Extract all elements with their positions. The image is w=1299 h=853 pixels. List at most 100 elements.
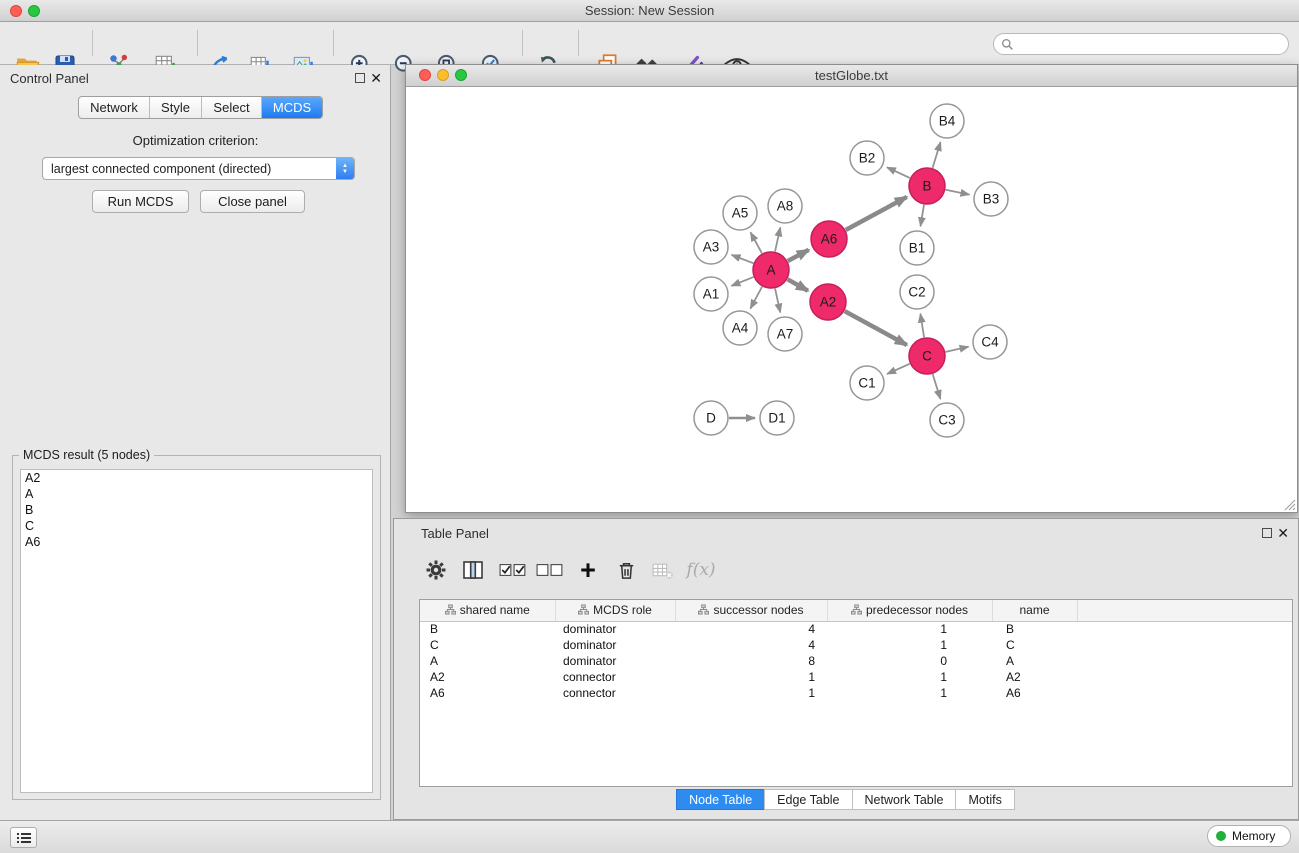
toolbar-separator bbox=[92, 30, 93, 56]
tab-node-table[interactable]: Node Table bbox=[676, 789, 765, 810]
column-header-successor-nodes[interactable]: successor nodes bbox=[675, 600, 827, 621]
close-table-panel-icon[interactable]: ✕ bbox=[1277, 527, 1289, 539]
criterion-dropdown[interactable]: largest connected component (directed) ▲… bbox=[42, 157, 355, 180]
svg-text:D: D bbox=[706, 411, 716, 426]
tab-network[interactable]: Network bbox=[79, 97, 150, 118]
edge-B-B4[interactable] bbox=[933, 142, 941, 168]
tab-network-table[interactable]: Network Table bbox=[852, 789, 957, 810]
delete-rows-button[interactable] bbox=[609, 553, 643, 587]
table-row[interactable]: Adominator80A bbox=[420, 653, 1292, 669]
window-title: Session: New Session bbox=[0, 3, 1299, 18]
edge-A6-B[interactable] bbox=[846, 197, 907, 230]
svg-text:A6: A6 bbox=[821, 232, 838, 247]
edge-A-A3[interactable] bbox=[732, 255, 754, 263]
column-header-predecessor-nodes[interactable]: predecessor nodes bbox=[827, 600, 992, 621]
svg-text:A3: A3 bbox=[703, 240, 720, 255]
table-settings-button[interactable] bbox=[419, 553, 453, 587]
edge-C-C2[interactable] bbox=[920, 314, 924, 337]
column-header-mcds-role[interactable]: MCDS role bbox=[555, 600, 675, 621]
node-A5[interactable]: A5 bbox=[723, 196, 757, 230]
column-type-icon bbox=[851, 604, 862, 615]
node-B2[interactable]: B2 bbox=[850, 141, 884, 175]
add-column-button[interactable]: + bbox=[571, 553, 605, 587]
resize-grip-icon[interactable] bbox=[1283, 498, 1296, 511]
node-D[interactable]: D bbox=[694, 401, 728, 435]
toolbar-search[interactable] bbox=[993, 33, 1289, 55]
tab-edge-table[interactable]: Edge Table bbox=[764, 789, 852, 810]
edge-A-A8[interactable] bbox=[775, 227, 780, 251]
node-table[interactable]: shared name MCDS role successor nodes pr… bbox=[419, 599, 1293, 787]
node-A3[interactable]: A3 bbox=[694, 230, 728, 264]
node-A[interactable]: A bbox=[753, 252, 789, 288]
search-icon bbox=[1001, 38, 1014, 51]
edge-B-B1[interactable] bbox=[921, 205, 924, 227]
network-window-titlebar[interactable]: testGlobe.txt bbox=[406, 65, 1297, 87]
tab-motifs[interactable]: Motifs bbox=[955, 789, 1014, 810]
search-input[interactable] bbox=[1018, 37, 1288, 51]
mcds-result-item[interactable]: A bbox=[21, 486, 372, 502]
edge-B-B3[interactable] bbox=[946, 190, 970, 195]
mcds-result-item[interactable]: A2 bbox=[21, 470, 372, 486]
memory-button[interactable]: Memory bbox=[1207, 825, 1291, 847]
close-panel-button[interactable]: Close panel bbox=[200, 190, 305, 213]
edge-A-A2[interactable] bbox=[788, 279, 808, 290]
criterion-value: largest connected component (directed) bbox=[43, 162, 336, 176]
column-header-shared-name[interactable]: shared name bbox=[420, 600, 555, 621]
node-A4[interactable]: A4 bbox=[723, 311, 757, 345]
mcds-result-list[interactable]: A2ABCA6 bbox=[20, 469, 373, 793]
table-row[interactable]: A2connector11A2 bbox=[420, 669, 1292, 685]
close-panel-icon[interactable]: ✕ bbox=[370, 72, 382, 84]
edge-A-A1[interactable] bbox=[731, 277, 753, 286]
edge-C-C3[interactable] bbox=[933, 374, 941, 399]
node-C3[interactable]: C3 bbox=[930, 403, 964, 437]
float-table-panel-icon[interactable] bbox=[1262, 528, 1272, 538]
select-all-button[interactable] bbox=[496, 553, 530, 587]
node-A8[interactable]: A8 bbox=[768, 189, 802, 223]
show-columns-button[interactable] bbox=[456, 553, 490, 587]
network-graph[interactable]: B4 B2 B B3 A5 A8 A6 A3 B1 A C2 A1 A2 A4 A7 C4 C C1 C3 D D1 bbox=[406, 87, 1297, 512]
table-row[interactable]: Bdominator41B bbox=[420, 621, 1292, 637]
edge-A-A6[interactable] bbox=[788, 250, 809, 261]
node-B1[interactable]: B1 bbox=[900, 231, 934, 265]
tab-select[interactable]: Select bbox=[202, 97, 262, 118]
table-row[interactable]: Cdominator41C bbox=[420, 637, 1292, 653]
edge-A-A4[interactable] bbox=[750, 287, 762, 309]
mcds-result-item[interactable]: A6 bbox=[21, 534, 372, 550]
node-A7[interactable]: A7 bbox=[768, 317, 802, 351]
column-header-name[interactable]: name bbox=[992, 600, 1077, 621]
tab-style[interactable]: Style bbox=[150, 97, 202, 118]
mcds-result-item[interactable]: C bbox=[21, 518, 372, 534]
node-A1[interactable]: A1 bbox=[694, 277, 728, 311]
edge-B-B2[interactable] bbox=[887, 167, 910, 178]
edge-C-C1[interactable] bbox=[887, 364, 910, 374]
node-B3[interactable]: B3 bbox=[974, 182, 1008, 216]
deselect-all-button[interactable] bbox=[533, 553, 567, 587]
node-C[interactable]: C bbox=[909, 338, 945, 374]
run-mcds-button[interactable]: Run MCDS bbox=[92, 190, 189, 213]
node-C2[interactable]: C2 bbox=[900, 275, 934, 309]
float-panel-icon[interactable] bbox=[355, 73, 365, 83]
mcds-result-item[interactable]: B bbox=[21, 502, 372, 518]
network-canvas[interactable]: B4 B2 B B3 A5 A8 A6 A3 B1 A C2 A1 A2 A4 A7 C4 C C1 C3 D D1 bbox=[406, 87, 1297, 512]
svg-text:B4: B4 bbox=[939, 114, 956, 129]
node-D1[interactable]: D1 bbox=[760, 401, 794, 435]
edge-A-A7[interactable] bbox=[775, 289, 780, 313]
node-B4[interactable]: B4 bbox=[930, 104, 964, 138]
node-A2[interactable]: A2 bbox=[810, 284, 846, 320]
edge-C-C4[interactable] bbox=[946, 347, 969, 352]
edge-A-A5[interactable] bbox=[751, 232, 762, 253]
node-C4[interactable]: C4 bbox=[973, 325, 1007, 359]
edge-A2-C[interactable] bbox=[845, 311, 907, 345]
node-B[interactable]: B bbox=[909, 168, 945, 204]
svg-text:A7: A7 bbox=[777, 327, 794, 342]
node-C1[interactable]: C1 bbox=[850, 366, 884, 400]
status-bar: Memory bbox=[0, 820, 1299, 853]
tab-mcds[interactable]: MCDS bbox=[262, 97, 322, 118]
trash-icon bbox=[615, 559, 638, 582]
control-panel-tabs: Network Style Select MCDS bbox=[78, 96, 323, 119]
table-row[interactable]: A6connector11A6 bbox=[420, 685, 1292, 701]
node-A6[interactable]: A6 bbox=[811, 221, 847, 257]
svg-text:B2: B2 bbox=[859, 151, 876, 166]
memory-status-icon bbox=[1216, 831, 1226, 841]
task-history-button[interactable] bbox=[10, 827, 37, 848]
